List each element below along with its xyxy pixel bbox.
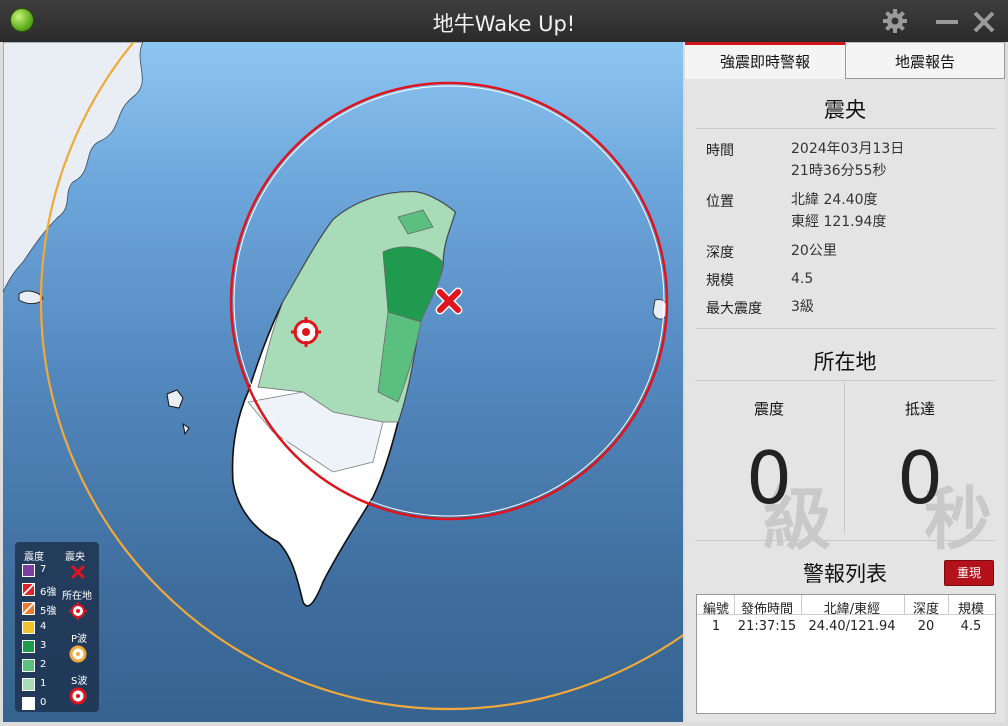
divider — [695, 128, 995, 129]
divider — [844, 382, 845, 534]
header-id: 編號 — [702, 602, 729, 617]
depth-label: 深度 — [706, 245, 734, 261]
arrival-value: 0 — [897, 436, 943, 520]
header-depth: 深度 — [912, 602, 939, 617]
cell-coords: 24.40/121.94 — [808, 619, 896, 634]
legend-swave-label: S波 — [71, 676, 88, 687]
legend-swatch-4 — [22, 621, 35, 634]
mainland-coast — [3, 42, 144, 293]
legend-swatch-2 — [22, 659, 35, 672]
legend-swatch-3 — [22, 640, 35, 653]
app-window: 地牛Wake Up! 震度 震央 7 6強 5強 4 3 2 1 0 所在地 P… — [0, 0, 1008, 726]
max-intensity-label: 最大震度 — [706, 301, 762, 317]
epicenter-title: 震央 — [824, 98, 866, 122]
legend-level-7: 7 — [40, 564, 47, 575]
legend-swatch-0 — [22, 697, 35, 710]
tab-realtime-alert[interactable]: 強震即時警報 — [685, 42, 845, 79]
divider — [695, 540, 995, 541]
title-bar: 地牛Wake Up! — [0, 0, 1008, 42]
divider — [695, 328, 995, 329]
latitude-value: 北緯 24.40度 — [791, 192, 878, 208]
legend-pwave-label: P波 — [71, 634, 88, 645]
time-label: 時間 — [706, 143, 734, 159]
location-title: 所在地 — [813, 350, 877, 374]
location-intensity-box: 震度 級 0 — [695, 382, 843, 560]
legend-pwave-icon — [69, 645, 87, 663]
intensity-label: 震度 — [753, 400, 784, 418]
header-coords: 北緯/東經 — [823, 602, 881, 617]
legend-swatch-1 — [22, 678, 35, 691]
replay-button[interactable]: 重現 — [944, 560, 994, 586]
longitude-value: 東經 121.94度 — [791, 214, 887, 230]
legend-level-0: 0 — [40, 697, 47, 708]
time-clock: 21時36分55秒 — [791, 163, 887, 179]
legend-swatch-5s — [22, 602, 35, 615]
map-canvas — [3, 42, 683, 710]
alert-table: 編號 發佈時間 北緯/東經 深度 規模 1 21:37:15 24.40/121… — [696, 594, 996, 714]
legend-location-icon — [69, 602, 87, 620]
cell-issue-time: 21:37:15 — [737, 619, 797, 634]
divider — [695, 380, 995, 381]
legend-epicenter-header: 震央 — [65, 552, 85, 563]
epicenter-marker-icon — [435, 287, 463, 315]
arrival-label: 抵達 — [904, 400, 935, 418]
position-label: 位置 — [706, 194, 734, 210]
max-intensity-value: 3級 — [791, 299, 814, 315]
map-legend: 震度 震央 7 6強 5強 4 3 2 1 0 所在地 P波 S波 — [15, 542, 99, 712]
close-icon[interactable] — [971, 9, 997, 35]
legend-level-1: 1 — [40, 678, 47, 689]
legend-level-5s: 5強 — [40, 606, 57, 617]
legend-swave-icon — [69, 687, 87, 705]
legend-swatch-7 — [22, 564, 35, 577]
cell-depth: 20 — [917, 619, 935, 634]
legend-epicenter-icon — [71, 565, 85, 579]
tab-earthquake-report[interactable]: 地震報告 — [845, 42, 1005, 79]
tab-bar: 強震即時警報 地震報告 — [685, 42, 1005, 79]
window-title: 地牛Wake Up! — [432, 12, 576, 36]
depth-value: 20公里 — [791, 243, 837, 259]
header-magnitude: 規模 — [957, 602, 984, 617]
legend-level-2: 2 — [40, 659, 47, 670]
cell-magnitude: 4.5 — [960, 619, 982, 634]
legend-swatch-6s — [22, 583, 35, 596]
minimize-icon[interactable] — [934, 18, 960, 26]
magnitude-value: 4.5 — [791, 271, 814, 287]
legend-level-3: 3 — [40, 640, 47, 651]
penghu-islands — [166, 389, 190, 436]
island-small — [18, 290, 44, 305]
time-date: 2024年03月13日 — [791, 141, 905, 157]
header-issue-time: 發佈時間 — [740, 602, 793, 617]
magnitude-label: 規模 — [706, 273, 734, 289]
taiwan-island — [231, 191, 456, 607]
legend-location-label: 所在地 — [62, 591, 92, 602]
legend-level-4: 4 — [40, 621, 47, 632]
intensity-value: 0 — [746, 436, 792, 520]
legend-intensity-header: 震度 — [24, 552, 44, 563]
legend-level-6s: 6強 — [40, 587, 57, 598]
gear-icon[interactable] — [881, 7, 909, 35]
info-panel: 強震即時警報 地震報告 震央 時間 2024年03月13日 21時36分55秒 … — [685, 42, 1005, 722]
map-view[interactable]: 震度 震央 7 6強 5強 4 3 2 1 0 所在地 P波 S波 — [3, 42, 683, 722]
location-arrival-box: 抵達 秒 0 — [846, 382, 994, 560]
cell-id: 1 — [711, 619, 721, 634]
